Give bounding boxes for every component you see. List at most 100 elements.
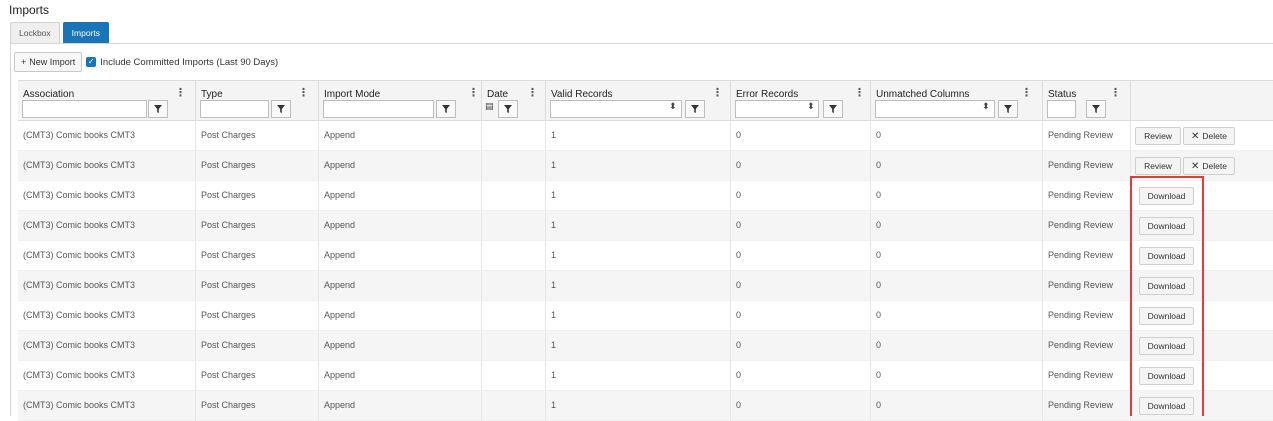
filter-button-import-mode[interactable] [436, 100, 456, 118]
filter-input-association[interactable] [22, 100, 147, 118]
filter-button-unmatched-columns[interactable] [998, 100, 1018, 118]
toolbar: + New Import ✓ Include Committed Imports… [14, 52, 278, 72]
cell-error-records: 0 [731, 121, 871, 151]
filter-button-date[interactable] [498, 100, 518, 118]
column-menu-icon[interactable]: ⋮ [854, 86, 865, 99]
tab-lockbox[interactable]: Lockbox [10, 22, 60, 43]
download-button[interactable]: Download [1139, 307, 1194, 325]
cell-type: Post Charges [196, 121, 319, 151]
filter-button-association[interactable] [148, 100, 168, 118]
table-row: (CMT3) Comic books CMT3 Post Charges Appen… [18, 241, 1273, 271]
cell-association: (CMT3) Comic books CMT3 [18, 241, 196, 271]
delete-button[interactable]: ✕ Delete [1183, 157, 1235, 175]
tab-imports[interactable]: Imports [62, 22, 110, 43]
download-button[interactable]: Download [1139, 277, 1194, 295]
cell-actions: Download [1131, 241, 1273, 271]
filter-input-import-mode[interactable] [323, 100, 434, 118]
cell-valid-records: 1 [546, 271, 731, 301]
cell-import-mode: Append [319, 301, 482, 331]
imports-table-body: (CMT3) Comic books CMT3 Post Charges Appen… [18, 121, 1273, 421]
cell-error-records: 0 [731, 271, 871, 301]
download-button[interactable]: Download [1139, 247, 1194, 265]
cell-unmatched-columns: 0 [871, 331, 1043, 361]
grid-header: Association ⋮ Type ⋮ Import Mode ⋮ Date … [18, 80, 1273, 121]
column-menu-icon[interactable]: ⋮ [468, 86, 479, 99]
column-title-unmatched-columns: Unmatched Columns [876, 89, 970, 100]
table-row: (CMT3) Comic books CMT3 Post Charges Appen… [18, 271, 1273, 301]
cell-association: (CMT3) Comic books CMT3 [18, 121, 196, 151]
review-button[interactable]: Review [1135, 127, 1181, 145]
close-x-icon: ✕ [1191, 130, 1200, 142]
filter-button-error-records[interactable] [823, 100, 843, 118]
cell-valid-records: 1 [546, 391, 731, 421]
cell-valid-records: 1 [546, 301, 731, 331]
delete-button[interactable]: ✕ Delete [1183, 127, 1235, 145]
download-button[interactable]: Download [1139, 397, 1194, 415]
new-import-button[interactable]: + New Import [14, 52, 83, 72]
column-menu-icon[interactable]: ⋮ [527, 86, 538, 99]
column-title-import-mode: Import Mode [324, 89, 381, 100]
filter-button-type[interactable] [271, 100, 291, 118]
cell-import-mode: Append [319, 331, 482, 361]
delete-label: Delete [1202, 130, 1227, 141]
column-error-records: Error Records ⋮ ⬍ [731, 81, 871, 121]
cell-import-mode: Append [319, 391, 482, 421]
cell-error-records: 0 [731, 181, 871, 211]
include-committed-checkbox[interactable]: ✓ [86, 57, 97, 67]
page-title: Imports [9, 3, 50, 17]
column-title-association: Association [23, 89, 75, 100]
download-button[interactable]: Download [1139, 367, 1194, 385]
column-menu-icon[interactable]: ⋮ [298, 86, 309, 99]
cell-actions: Download [1131, 301, 1273, 331]
cell-status: Pending Review [1043, 331, 1131, 361]
cell-unmatched-columns: 0 [871, 181, 1043, 211]
cell-error-records: 0 [731, 211, 871, 241]
cell-import-mode: Append [319, 211, 482, 241]
up-down-spinner-icon[interactable]: ⬍ [807, 101, 815, 112]
up-down-spinner-icon[interactable]: ⬍ [669, 101, 677, 112]
filter-input-unmatched-columns[interactable] [875, 100, 995, 118]
cell-date [482, 361, 546, 391]
cell-type: Post Charges [196, 301, 319, 331]
download-button[interactable]: Download [1139, 187, 1194, 205]
column-import-mode: Import Mode ⋮ [319, 81, 482, 121]
download-button[interactable]: Download [1139, 217, 1194, 235]
filter-input-type[interactable] [200, 100, 269, 118]
cell-status: Pending Review [1043, 151, 1131, 181]
column-type: Type ⋮ [196, 81, 319, 121]
calendar-icon[interactable]: ▤ [485, 101, 494, 112]
column-menu-icon[interactable]: ⋮ [712, 86, 723, 99]
column-title-date: Date [487, 89, 509, 100]
funnel-filter-icon [1092, 105, 1100, 113]
cell-valid-records: 1 [546, 151, 731, 181]
funnel-filter-icon [277, 105, 285, 113]
filter-input-valid-records[interactable] [550, 100, 682, 118]
cell-type: Post Charges [196, 271, 319, 301]
filter-button-valid-records[interactable] [685, 100, 705, 118]
cell-type: Post Charges [196, 181, 319, 211]
cell-type: Post Charges [196, 241, 319, 271]
cell-association: (CMT3) Comic books CMT3 [18, 181, 196, 211]
cell-valid-records: 1 [546, 121, 731, 151]
column-menu-icon[interactable]: ⋮ [1021, 86, 1032, 99]
cell-status: Pending Review [1043, 181, 1131, 211]
cell-date [482, 121, 546, 151]
filter-input-status[interactable] [1047, 100, 1076, 118]
up-down-spinner-icon[interactable]: ⬍ [982, 101, 990, 112]
cell-unmatched-columns: 0 [871, 271, 1043, 301]
review-button[interactable]: Review [1135, 157, 1181, 175]
cell-date [482, 151, 546, 181]
cell-valid-records: 1 [546, 241, 731, 271]
cell-actions: Download [1131, 331, 1273, 361]
cell-association: (CMT3) Comic books CMT3 [18, 211, 196, 241]
cell-association: (CMT3) Comic books CMT3 [18, 271, 196, 301]
download-button[interactable]: Download [1139, 337, 1194, 355]
column-menu-icon[interactable]: ⋮ [1110, 86, 1121, 99]
cell-actions: Download [1131, 391, 1273, 421]
funnel-filter-icon [504, 105, 512, 113]
filter-button-status[interactable] [1086, 100, 1106, 118]
table-row: (CMT3) Comic books CMT3 Post Charges Appen… [18, 391, 1273, 421]
cell-valid-records: 1 [546, 181, 731, 211]
column-menu-icon[interactable]: ⋮ [175, 86, 186, 99]
cell-import-mode: Append [319, 361, 482, 391]
